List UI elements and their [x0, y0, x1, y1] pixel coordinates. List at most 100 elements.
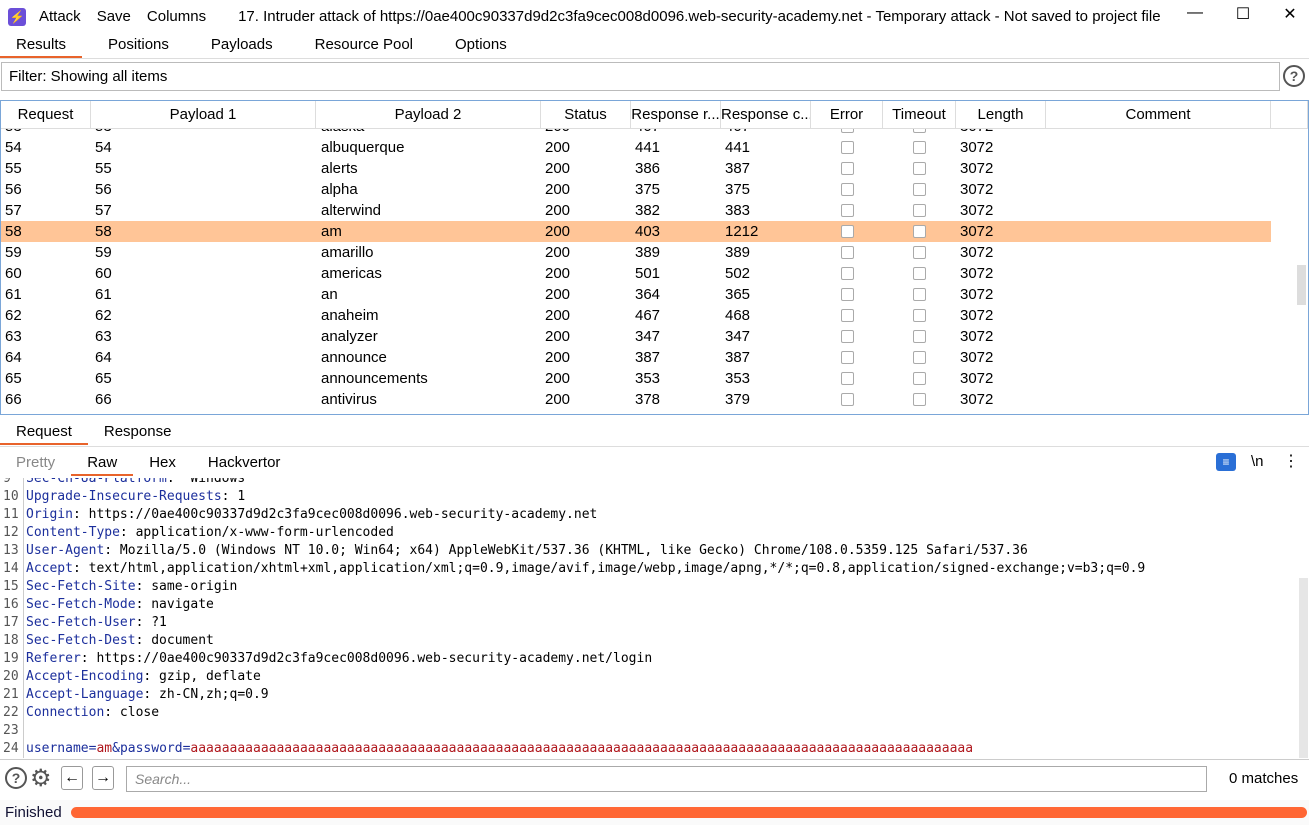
table-cell: 64 [5, 349, 22, 366]
table-cell: 3072 [960, 328, 994, 345]
header-name: Accept-Encoding [26, 669, 144, 684]
column-header-comment[interactable]: Comment [1046, 101, 1271, 129]
progress-bar [71, 807, 1307, 818]
search-input[interactable]: Search... [126, 766, 1207, 792]
table-cell: anaheim [321, 307, 379, 324]
line-number: 24 [0, 740, 24, 758]
table-cell: 3072 [960, 223, 994, 240]
column-header-payload-2[interactable]: Payload 2 [316, 101, 541, 129]
newline-toggle[interactable]: \n [1251, 453, 1264, 470]
tab-pretty[interactable]: Pretty [0, 451, 71, 476]
header-name: User-Agent [26, 543, 105, 558]
table-row[interactable]: 54 54 albuquerque 200 441 441 3072 [1, 137, 1271, 158]
table-cell: 382 [635, 202, 661, 219]
divider [0, 759, 1309, 760]
ampersand: & [112, 741, 120, 756]
table-cell: 54 [5, 139, 22, 156]
help-icon[interactable]: ? [5, 767, 27, 789]
filter-bar[interactable]: Filter: Showing all items [1, 62, 1280, 91]
menu-attack[interactable]: Attack [39, 8, 81, 25]
column-header-status[interactable]: Status [541, 101, 631, 129]
table-cell: an [321, 286, 338, 303]
line-number: 11 [0, 506, 24, 524]
table-cell: 3072 [960, 181, 994, 198]
table-row[interactable]: 62 62 anaheim 200 467 468 3072 [1, 305, 1271, 326]
column-header-response-c[interactable]: Response c... [721, 101, 811, 129]
close-button[interactable]: ✕ [1275, 4, 1305, 28]
table-row[interactable]: 65 65 announcements 200 353 353 3072 [1, 368, 1271, 389]
timeout-checkbox [913, 288, 926, 301]
menu-columns[interactable]: Columns [147, 8, 206, 25]
header-value: Mozilla/5.0 (Windows NT 10.0; Win64; x64… [112, 543, 1028, 558]
help-icon[interactable]: ? [1283, 65, 1305, 87]
table-cell: antivirus [321, 391, 377, 408]
timeout-checkbox [913, 225, 926, 238]
tab-request[interactable]: Request [0, 420, 88, 445]
line-number: 19 [0, 650, 24, 668]
column-header-request[interactable]: Request [1, 101, 91, 129]
column-header-length[interactable]: Length [956, 101, 1046, 129]
column-header-payload-1[interactable]: Payload 1 [91, 101, 316, 129]
tab-options[interactable]: Options [439, 33, 523, 58]
menu-save[interactable]: Save [97, 8, 131, 25]
title-bar: ⚡ Attack Save Columns 17. Intruder attac… [0, 0, 1309, 33]
table-cell: 353 [635, 370, 661, 387]
tab-hackvertor[interactable]: Hackvertor [192, 451, 297, 476]
header-value: https://0ae400c90337d9d2c3fa9cec008d0096… [88, 651, 653, 666]
previous-match-button[interactable]: ← [61, 766, 83, 790]
next-match-button[interactable]: → [92, 766, 114, 790]
column-header-response-r[interactable]: Response r... [631, 101, 721, 129]
table-row[interactable]: 56 56 alpha 200 375 375 3072 [1, 179, 1271, 200]
error-checkbox [841, 225, 854, 238]
more-icon[interactable]: ⋮ [1283, 451, 1299, 471]
line-number: 9 [0, 478, 24, 488]
header-name: Sec-Fetch-User [26, 615, 136, 630]
timeout-checkbox [913, 141, 926, 154]
tab-raw[interactable]: Raw [71, 451, 134, 476]
editor-scrollbar[interactable] [1299, 578, 1308, 758]
param-name: username [26, 741, 89, 756]
table-row[interactable]: 59 59 amarillo 200 389 389 3072 [1, 242, 1271, 263]
table-row[interactable]: 64 64 announce 200 387 387 3072 [1, 347, 1271, 368]
header-line: Content-Type: application/x-www-form-url… [26, 525, 394, 540]
table-cell: 60 [5, 265, 22, 282]
table-cell: 64 [95, 349, 112, 366]
error-checkbox [841, 309, 854, 322]
wrap-icon[interactable]: ≡ [1216, 453, 1236, 471]
header-value: https://0ae400c90337d9d2c3fa9cec008d0096… [80, 507, 598, 522]
column-header-error[interactable]: Error [811, 101, 883, 129]
request-editor[interactable]: 9 Sec-Ch-Ua-Platform: "Windows" 10 Upgrade-… [0, 478, 1309, 759]
table-row[interactable]: 57 57 alterwind 200 382 383 3072 [1, 200, 1271, 221]
table-row[interactable]: 58 58 am 200 403 1212 3072 [1, 221, 1271, 242]
table-cell: am [321, 223, 342, 240]
table-cell [1046, 305, 1271, 326]
table-cell [1046, 326, 1271, 347]
table-cell: 65 [5, 370, 22, 387]
table-cell: 1212 [725, 223, 759, 240]
table-row[interactable]: 55 55 alerts 200 386 387 3072 [1, 158, 1271, 179]
tab-resource-pool[interactable]: Resource Pool [299, 33, 429, 58]
table-cell: 378 [635, 391, 661, 408]
tab-payloads[interactable]: Payloads [195, 33, 289, 58]
table-scrollbar[interactable] [1297, 265, 1306, 305]
error-checkbox [841, 267, 854, 280]
maximize-button[interactable]: ☐ [1228, 4, 1258, 28]
table-cell: 364 [635, 286, 661, 303]
column-header-timeout[interactable]: Timeout [883, 101, 956, 129]
minimize-button[interactable]: — [1180, 4, 1210, 28]
tab-positions[interactable]: Positions [92, 33, 185, 58]
tab-results[interactable]: Results [0, 33, 83, 58]
settings-gear-icon[interactable]: ⚙ [30, 764, 52, 793]
tab-hex[interactable]: Hex [133, 451, 192, 476]
table-row[interactable]: 66 66 antivirus 200 378 379 3072 [1, 389, 1271, 410]
table-row[interactable]: 60 60 americas 200 501 502 3072 [1, 263, 1271, 284]
table-cell: 353 [725, 370, 751, 387]
timeout-checkbox [913, 309, 926, 322]
table-cell: 65 [95, 370, 112, 387]
table-row[interactable]: 63 63 analyzer 200 347 347 3072 [1, 326, 1271, 347]
header-value: "Windows" [174, 478, 253, 486]
timeout-checkbox [913, 372, 926, 385]
column-header-filler[interactable] [1271, 101, 1308, 129]
tab-response[interactable]: Response [88, 420, 188, 445]
table-row[interactable]: 61 61 an 200 364 365 3072 [1, 284, 1271, 305]
